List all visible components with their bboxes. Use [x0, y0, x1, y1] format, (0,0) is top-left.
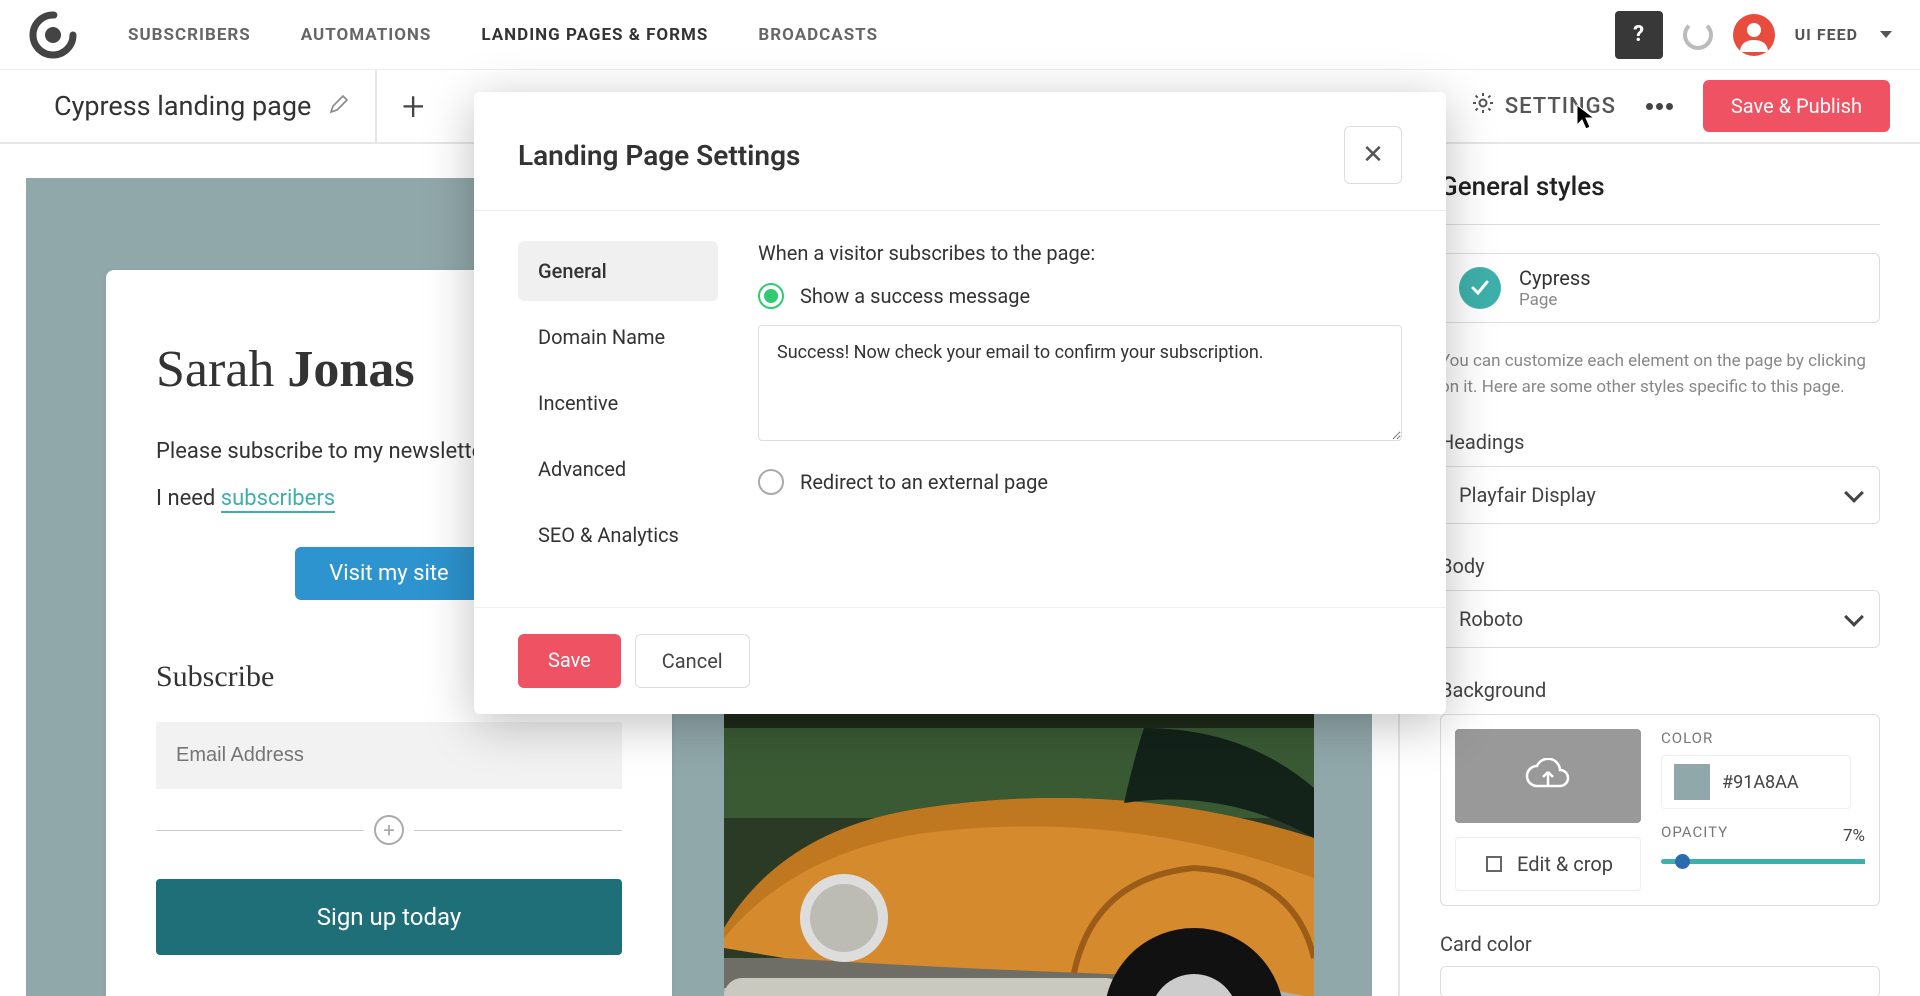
nav-subscribers[interactable]: SUBSCRIBERS — [128, 25, 251, 45]
caret-down-icon[interactable] — [1880, 31, 1892, 38]
modal-save-button[interactable]: Save — [518, 634, 621, 688]
headings-font-value: Playfair Display — [1459, 483, 1596, 507]
nav-broadcasts[interactable]: BROADCASTS — [758, 25, 878, 45]
cloud-upload-icon — [1525, 758, 1571, 794]
user-menu-label[interactable]: UI FEED — [1795, 25, 1858, 44]
chevron-down-icon — [1844, 483, 1864, 503]
modal-tab-incentive[interactable]: Incentive — [518, 373, 718, 433]
modal-cancel-button[interactable]: Cancel — [635, 634, 750, 688]
color-swatch — [1674, 764, 1710, 800]
edit-crop-label: Edit & crop — [1517, 852, 1613, 876]
settings-label: SETTINGS — [1505, 94, 1616, 119]
radio-redirect-external-label: Redirect to an external page — [800, 470, 1048, 494]
need-prefix: I need — [156, 486, 221, 511]
loading-spinner-icon — [1683, 20, 1713, 50]
color-label: COLOR — [1661, 729, 1865, 747]
subscribers-link[interactable]: subscribers — [221, 486, 335, 513]
body-font-value: Roboto — [1459, 607, 1523, 631]
opacity-label: OPACITY — [1661, 823, 1728, 841]
signup-button[interactable]: Sign up today — [156, 879, 622, 955]
save-publish-button[interactable]: Save & Publish — [1703, 80, 1890, 132]
color-hex: #91A8AA — [1722, 772, 1799, 793]
edit-crop-button[interactable]: Edit & crop — [1455, 837, 1641, 891]
modal-title: Landing Page Settings — [518, 139, 800, 172]
opacity-value: 7% — [1843, 826, 1865, 846]
card-color-label: Card color — [1440, 932, 1880, 956]
help-button[interactable]: ? — [1615, 11, 1663, 59]
radio-redirect-external[interactable] — [758, 469, 784, 495]
author-first-name: Sarah — [156, 341, 287, 398]
color-picker[interactable]: #91A8AA — [1661, 755, 1851, 809]
sidebar-help-text: You can customize each element on the pa… — [1440, 349, 1880, 400]
selected-page-type: Page — [1519, 290, 1591, 310]
opacity-slider[interactable] — [1661, 859, 1865, 864]
modal-tab-domain-name[interactable]: Domain Name — [518, 307, 718, 367]
avatar[interactable] — [1733, 14, 1775, 56]
page-title: Cypress landing page — [54, 90, 311, 122]
selected-page-name: Cypress — [1519, 266, 1591, 290]
nav-automations[interactable]: AUTOMATIONS — [301, 25, 432, 45]
modal-tab-seo-analytics[interactable]: SEO & Analytics — [518, 505, 718, 565]
radio-show-success[interactable] — [758, 283, 784, 309]
radio-show-success-label: Show a success message — [800, 284, 1030, 308]
modal-tab-general[interactable]: General — [518, 241, 718, 301]
check-icon — [1459, 267, 1501, 309]
headings-font-select[interactable]: Playfair Display — [1440, 466, 1880, 524]
add-page-button[interactable]: + — [377, 70, 451, 142]
background-box: Edit & crop COLOR #91A8AA OPACITY 7% — [1440, 714, 1880, 906]
email-input[interactable] — [156, 722, 622, 789]
landing-page-settings-modal: Landing Page Settings ✕ General Domain N… — [474, 92, 1446, 714]
body-font-select[interactable]: Roboto — [1440, 590, 1880, 648]
background-upload[interactable] — [1455, 729, 1641, 823]
card-color-picker[interactable] — [1440, 966, 1880, 996]
settings-button[interactable]: SETTINGS — [1471, 91, 1616, 121]
visit-site-button[interactable]: Visit my site — [295, 547, 482, 600]
headings-label: Headings — [1440, 430, 1880, 454]
nav-landing-pages-forms[interactable]: LANDING PAGES & FORMS — [481, 25, 708, 45]
modal-close-button[interactable]: ✕ — [1344, 126, 1402, 184]
sidebar-title: General styles — [1440, 172, 1880, 225]
edit-title-icon[interactable] — [329, 94, 349, 118]
gear-icon — [1471, 91, 1495, 121]
more-menu-button[interactable] — [1646, 103, 1673, 110]
modal-prompt: When a visitor subscribes to the page: — [758, 241, 1402, 265]
author-last-name: Jonas — [287, 341, 414, 398]
slider-thumb[interactable] — [1675, 854, 1690, 869]
app-logo[interactable] — [28, 10, 78, 60]
body-label: Body — [1440, 554, 1880, 578]
success-message-textarea[interactable] — [758, 325, 1402, 441]
background-label: Background — [1440, 678, 1880, 702]
add-field-button[interactable]: + — [374, 815, 404, 845]
crop-icon — [1483, 853, 1505, 875]
close-icon: ✕ — [1362, 140, 1384, 170]
page-selector[interactable]: Cypress Page — [1440, 253, 1880, 323]
modal-tab-advanced[interactable]: Advanced — [518, 439, 718, 499]
chevron-down-icon — [1844, 607, 1864, 627]
